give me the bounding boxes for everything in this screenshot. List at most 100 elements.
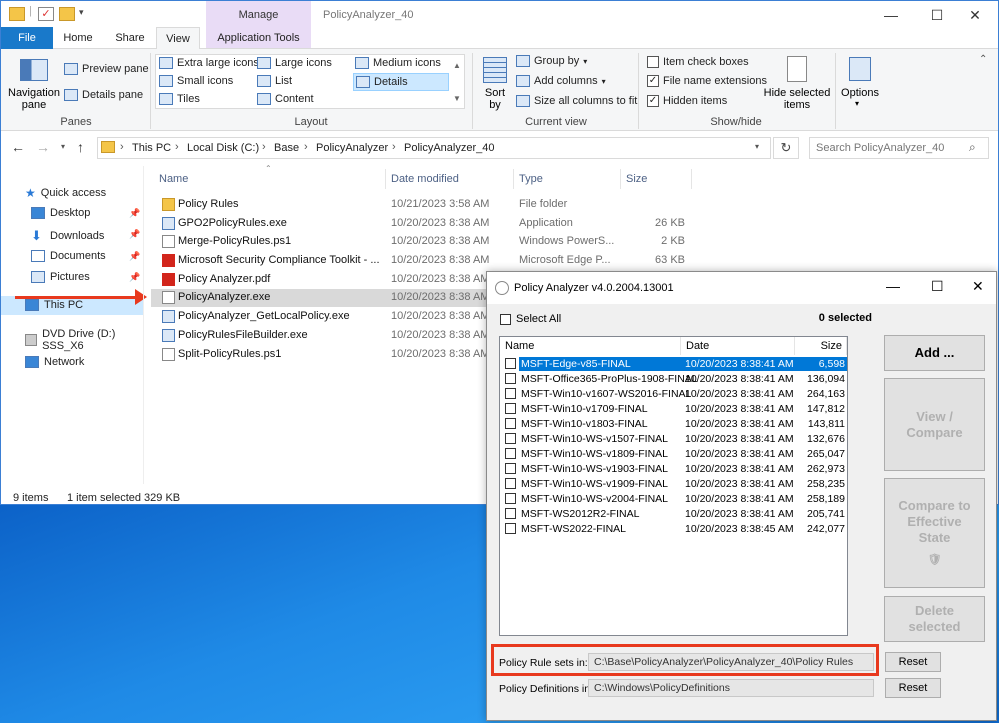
size-all-columns-button[interactable]: Size all columns to fit — [516, 95, 637, 107]
layout-content[interactable]: Content — [257, 93, 314, 105]
gallery-up-icon[interactable]: ▲ — [453, 61, 461, 70]
preview-pane-button[interactable]: Preview pane — [64, 63, 149, 75]
file-row[interactable]: Policy Rules 10/21/2023 3:58 AM File folde… — [151, 196, 985, 214]
collapse-ribbon-icon[interactable]: ⌃ — [979, 54, 987, 65]
list-item[interactable]: MSFT-Win10-v1709-FINAL 10/20/2023 8:38:41… — [501, 402, 847, 417]
nav-network[interactable]: Network — [25, 356, 84, 368]
column-header-date[interactable]: Date modified — [391, 173, 459, 185]
compare-effective-state-button[interactable]: Compare to Effective State 🛡 — [884, 478, 985, 588]
navigation-pane-button[interactable]: Navigation pane — [8, 87, 60, 111]
column-header-name[interactable]: Name — [159, 173, 188, 185]
tab-application-tools[interactable]: Application Tools — [206, 27, 311, 49]
policy-rules-list[interactable]: Name Date Size MSFT-Edge-v85-FINAL 10/20/… — [499, 336, 848, 636]
tab-file[interactable]: File — [1, 27, 53, 49]
reset-definitions-button[interactable]: Reset — [885, 678, 941, 698]
row-checkbox[interactable] — [505, 478, 516, 489]
row-checkbox[interactable] — [505, 373, 516, 384]
breadcrumb-policyanalyzer[interactable]: PolicyAnalyzer — [316, 142, 388, 154]
options-button[interactable]: Options — [837, 87, 883, 99]
row-checkbox[interactable] — [505, 403, 516, 414]
forward-icon[interactable]: → — [36, 139, 50, 155]
row-checkbox[interactable] — [505, 418, 516, 429]
file-row[interactable]: GPO2PolicyRules.exe 10/20/2023 8:38 AM App… — [151, 215, 985, 233]
hidden-items-toggle[interactable]: ✓ Hidden items — [647, 95, 727, 107]
details-pane-button[interactable]: Details pane — [64, 89, 143, 101]
list-item[interactable]: MSFT-WS2012R2-FINAL 10/20/2023 8:38:41 AM… — [501, 507, 847, 522]
add-button[interactable]: Add ... — [884, 335, 985, 371]
group-by-button[interactable]: Group by ▾ — [516, 55, 587, 67]
close-icon[interactable]: ✕ — [972, 278, 984, 295]
item-check-boxes-toggle[interactable]: Item check boxes — [647, 56, 749, 68]
row-checkbox[interactable] — [505, 448, 516, 459]
layout-large-icons[interactable]: Large icons — [257, 57, 332, 69]
list-item[interactable]: MSFT-Win10-WS-v1909-FINAL 10/20/2023 8:38… — [501, 477, 847, 492]
definitions-path-field[interactable]: C:\Windows\PolicyDefinitions — [588, 679, 874, 697]
layout-details[interactable]: Details — [353, 73, 449, 91]
list-item[interactable]: MSFT-Win10-WS-v2004-FINAL 10/20/2023 8:38… — [501, 492, 847, 507]
layout-tiles[interactable]: Tiles — [159, 93, 200, 105]
gallery-more-icon[interactable]: ▼ — [453, 94, 461, 103]
reset-rule-sets-button[interactable]: Reset — [885, 652, 941, 672]
nav-dvd-drive[interactable]: DVD Drive (D:) SSS_X6 — [25, 328, 141, 352]
back-icon[interactable]: ← — [11, 139, 25, 155]
row-checkbox[interactable] — [505, 508, 516, 519]
properties-icon[interactable]: ✓ — [38, 7, 54, 21]
recent-locations-icon[interactable]: ▾ — [61, 142, 65, 151]
list-header-size[interactable]: Size — [795, 337, 847, 355]
maximize-icon[interactable]: ☐ — [931, 278, 944, 295]
layout-list[interactable]: List — [257, 75, 292, 87]
refresh-icon[interactable]: ↻ — [773, 137, 799, 159]
delete-selected-button[interactable]: Delete selected — [884, 596, 985, 642]
file-row[interactable]: Merge-PolicyRules.ps1 10/20/2023 8:38 AM W… — [151, 233, 985, 251]
list-header-date[interactable]: Date — [681, 337, 795, 355]
view-compare-button[interactable]: View / Compare — [884, 378, 985, 471]
row-checkbox[interactable] — [505, 433, 516, 444]
close-icon[interactable]: ✕ — [952, 1, 998, 29]
nav-this-pc[interactable]: This PC — [25, 299, 83, 311]
layout-small-icons[interactable]: Small icons — [159, 75, 233, 87]
tab-home[interactable]: Home — [57, 27, 99, 49]
layout-medium-icons[interactable]: Medium icons — [355, 57, 441, 69]
nav-quick-access[interactable]: ★ Quick access — [25, 186, 106, 200]
list-item[interactable]: MSFT-WS2022-FINAL 10/20/2023 8:38:45 AM 24… — [501, 522, 847, 537]
breadcrumb-base[interactable]: Base — [274, 142, 299, 154]
column-header-size[interactable]: Size — [626, 173, 647, 185]
select-all-checkbox[interactable] — [500, 314, 511, 325]
tab-share[interactable]: Share — [109, 27, 151, 49]
minimize-icon[interactable]: — — [886, 278, 900, 294]
search-input[interactable]: Search PolicyAnalyzer_40 — [809, 137, 989, 159]
nav-pictures[interactable]: Pictures — [31, 271, 90, 283]
breadcrumb-local-disk[interactable]: Local Disk (C:) — [187, 142, 259, 154]
breadcrumb-policyanalyzer-40[interactable]: PolicyAnalyzer_40 — [404, 142, 495, 154]
address-dropdown-icon[interactable]: ▾ — [755, 142, 759, 151]
new-folder-icon[interactable] — [59, 7, 75, 21]
customize-quick-access-icon[interactable]: ▾ — [79, 7, 84, 18]
file-name-extensions-toggle[interactable]: ✓ File name extensions — [647, 75, 767, 87]
list-header-name[interactable]: Name — [500, 337, 681, 355]
options-dropdown-icon[interactable]: ▾ — [855, 99, 859, 108]
up-icon[interactable]: ↑ — [77, 139, 84, 155]
hide-selected-items-button[interactable]: Hide selected items — [763, 87, 831, 111]
row-checkbox[interactable] — [505, 493, 516, 504]
list-item[interactable]: MSFT-Win10-WS-v1903-FINAL 10/20/2023 8:38… — [501, 462, 847, 477]
search-icon[interactable]: ⌕ — [969, 140, 976, 155]
row-checkbox[interactable] — [505, 388, 516, 399]
list-item[interactable]: MSFT-Win10-WS-v1809-FINAL 10/20/2023 8:38… — [501, 447, 847, 462]
row-checkbox[interactable] — [505, 523, 516, 534]
sort-by-button[interactable]: Sort by — [481, 87, 509, 111]
nav-downloads[interactable]: ⬇ Downloads — [31, 228, 104, 244]
list-item[interactable]: MSFT-Edge-v85-FINAL 10/20/2023 8:38:41 AM… — [501, 357, 847, 372]
add-columns-button[interactable]: Add columns ▾ — [516, 75, 606, 87]
minimize-icon[interactable]: — — [868, 1, 914, 29]
breadcrumb-this-pc[interactable]: This PC — [132, 142, 171, 154]
row-checkbox[interactable] — [505, 358, 516, 369]
file-row[interactable]: Microsoft Security Compliance Toolkit - … — [151, 252, 985, 270]
list-item[interactable]: MSFT-Office365-ProPlus-1908-FINAL 10/20/2… — [501, 372, 847, 387]
nav-documents[interactable]: Documents — [31, 250, 106, 262]
tab-view[interactable]: View — [156, 27, 200, 49]
layout-extra-large-icons[interactable]: Extra large icons — [159, 57, 259, 69]
row-checkbox[interactable] — [505, 463, 516, 474]
list-item[interactable]: MSFT-Win10-v1607-WS2016-FINAL 10/20/2023 … — [501, 387, 847, 402]
nav-desktop[interactable]: Desktop — [31, 207, 90, 219]
list-item[interactable]: MSFT-Win10-WS-v1507-FINAL 10/20/2023 8:38… — [501, 432, 847, 447]
